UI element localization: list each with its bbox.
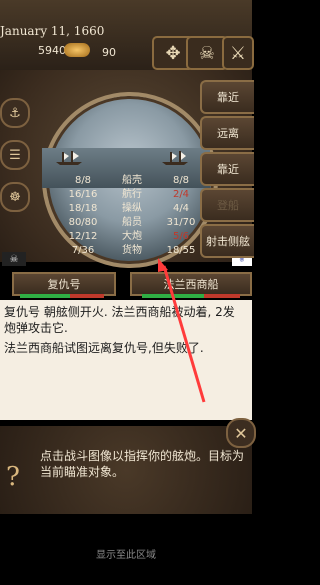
player-health-bar xyxy=(20,294,70,298)
stat-label: 大炮 xyxy=(122,231,142,242)
stat-label: 船员 xyxy=(122,217,142,228)
approach-button-2[interactable]: 靠近 xyxy=(200,152,254,186)
player-stat-value: 16/16 xyxy=(68,189,98,200)
stat-row: 18/18 操纵 4/4 xyxy=(62,202,202,216)
cannon-icon[interactable]: ⚓ xyxy=(0,98,30,128)
pirate-flag-icon: ☠ xyxy=(2,252,26,266)
enemy-stat-value: 31/70 xyxy=(166,217,196,228)
enemy-health-missing xyxy=(204,294,240,298)
player-stat-value: 8/8 xyxy=(74,175,92,186)
stat-row: 80/80 船员 31/70 xyxy=(62,216,202,230)
stat-row: 8/8 船壳 8/8 xyxy=(62,174,202,188)
enemy-ship-name: 法兰西商船 xyxy=(130,272,252,296)
ship-stats-table: 8/8 船壳 8/8 16/16 航行 2/4 18/18 操纵 4/4 80/80 船员 31/70… xyxy=(62,174,202,258)
supplies-amount: 90 xyxy=(102,46,116,59)
stat-label: 船壳 xyxy=(122,175,142,186)
enemy-ship-icon xyxy=(162,151,188,165)
game-date: January 11, 1660 xyxy=(0,24,105,38)
close-icon[interactable]: ✕ xyxy=(226,418,256,448)
gold-amount: 5940 xyxy=(38,44,66,57)
player-ship-icon xyxy=(56,151,82,165)
compass-icon: ✥ xyxy=(165,42,181,64)
approach-button[interactable]: 靠近 xyxy=(200,80,254,114)
crew-icon[interactable]: ☰ xyxy=(0,140,30,170)
menu-button[interactable]: ⚔ xyxy=(222,36,254,70)
board-button[interactable]: 登船 xyxy=(200,188,254,222)
stat-label: 操纵 xyxy=(122,203,142,214)
gold-icon xyxy=(64,43,90,57)
player-stat-value: 7/36 xyxy=(71,245,95,256)
log-line-1: 复仇号 朝舷侧开火. 法兰西商船被动着, 2发炮弹攻击它. xyxy=(4,305,235,335)
stat-row: 16/16 航行 2/4 xyxy=(62,188,202,202)
skull-icon: ☠ xyxy=(198,42,216,64)
enemy-stat-value: 4/4 xyxy=(172,203,190,214)
player-health-missing xyxy=(70,294,104,298)
hint-text: 点击战斗图像以指挥你的舷炮。目标为当前瞄准对象。 xyxy=(40,449,245,479)
enemy-health-bar xyxy=(142,294,204,298)
stat-label: 货物 xyxy=(122,245,142,256)
footer-text: 显示至此区域 xyxy=(96,550,156,561)
stat-row: 12/12 大炮 5/6 xyxy=(62,230,202,244)
help-icon[interactable]: ? xyxy=(6,462,26,492)
player-stat-value: 18/18 xyxy=(68,203,98,214)
crossed-swords-icon: ⚔ xyxy=(229,42,247,64)
enemy-stat-value: 2/4 xyxy=(172,189,190,200)
player-stat-value: 80/80 xyxy=(68,217,98,228)
player-stat-value: 12/12 xyxy=(68,231,98,242)
fire-broadside-button[interactable]: 射击侧舷 xyxy=(200,224,254,258)
log-line-2: 法兰西商船试图远离复仇号,但失败了. xyxy=(4,341,204,355)
battle-log: 复仇号 朝舷侧开火. 法兰西商船被动着, 2发炮弹攻击它. 法兰西商船试图远离复… xyxy=(0,300,252,420)
player-ship-name: 复仇号 xyxy=(12,272,116,296)
move-away-button[interactable]: 远离 xyxy=(200,116,254,150)
enemy-stat-value: 8/8 xyxy=(172,175,190,186)
enemy-stat-value: 18/55 xyxy=(166,245,196,256)
enemy-stat-value: 5/6 xyxy=(172,231,190,242)
rudder-icon[interactable]: ☸ xyxy=(0,182,30,212)
stat-row: 7/36 货物 18/55 xyxy=(62,244,202,258)
stat-label: 航行 xyxy=(122,189,142,200)
